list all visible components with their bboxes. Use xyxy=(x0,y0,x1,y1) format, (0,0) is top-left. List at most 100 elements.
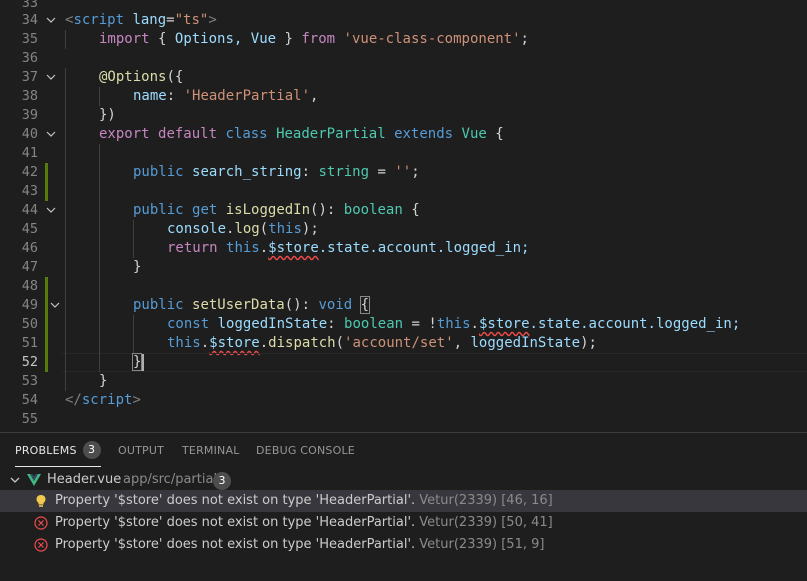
line-number: 34 xyxy=(21,12,38,28)
chevron-down-icon[interactable] xyxy=(10,477,20,484)
git-modified-indicator[interactable] xyxy=(45,353,48,372)
code-line[interactable]: 52 } xyxy=(0,353,807,372)
error-icon xyxy=(34,516,48,530)
code-line[interactable]: 43 xyxy=(0,182,807,201)
line-number: 40 xyxy=(21,126,38,142)
code-line[interactable]: 34 <script lang="ts"> xyxy=(0,11,807,30)
code-line[interactable]: 42 public search_string: string = ''; xyxy=(0,163,807,182)
git-modified-indicator[interactable] xyxy=(45,163,48,182)
code-text: this.$store.dispatch('account/set', logg… xyxy=(167,335,597,351)
code-line[interactable]: 40 export default class HeaderPartial ex… xyxy=(0,125,807,144)
code-line[interactable]: 45 console.log(this); xyxy=(0,220,807,239)
line-number: 45 xyxy=(21,221,38,237)
code-line[interactable]: 38 name: 'HeaderPartial', xyxy=(0,87,807,106)
tab-output[interactable]: OUTPUT xyxy=(118,433,164,467)
line-number: 53 xyxy=(21,373,38,389)
line-number: 52 xyxy=(21,354,38,370)
code-line[interactable]: 50 const loggedInState: boolean = !this.… xyxy=(0,315,807,334)
lightbulb-icon xyxy=(36,495,46,507)
code-text: const loggedInState: boolean = !this.$st… xyxy=(167,316,741,332)
code-line[interactable]: 55 xyxy=(0,410,807,429)
code-line[interactable]: 48 xyxy=(0,277,807,296)
fold-chevron-icon[interactable] xyxy=(44,125,58,144)
git-modified-indicator[interactable] xyxy=(45,277,48,296)
matched-bracket: { xyxy=(359,296,371,314)
tab-problems[interactable]: PROBLEMS 3 xyxy=(15,433,101,467)
code-line[interactable]: 39 }) xyxy=(0,106,807,125)
problems-count-badge: 3 xyxy=(82,441,101,459)
problem-item[interactable]: Property '$store' does not exist on type… xyxy=(0,534,807,556)
tab-debug-console[interactable]: DEBUG CONSOLE xyxy=(256,433,355,467)
fold-chevron-icon[interactable] xyxy=(48,296,62,315)
code-text: console.log(this); xyxy=(167,221,319,237)
line-number: 39 xyxy=(21,107,38,123)
problem-file-group[interactable]: Header.vue app/src/partials 3 xyxy=(0,469,807,491)
code-text: </script> xyxy=(65,392,141,408)
bottom-panel: PROBLEMS 3 OUTPUT TERMINAL DEBUG CONSOLE … xyxy=(0,432,807,581)
problem-item[interactable]: Property '$store' does not exist on type… xyxy=(0,490,807,512)
code-line[interactable]: 35 import { Options, Vue } from 'vue-cla… xyxy=(0,30,807,49)
code-text: } xyxy=(99,373,108,389)
code-text: } xyxy=(131,353,143,372)
line-number: 48 xyxy=(21,278,38,294)
problem-file-path: app/src/partials xyxy=(123,472,224,487)
code-line[interactable]: 49 public setUserData(): void { xyxy=(0,296,807,315)
line-number: 43 xyxy=(21,183,38,199)
code-editor[interactable]: 33 34 <script lang="ts"> 35 import { Opt… xyxy=(0,0,807,432)
panel-tabs: PROBLEMS 3 OUTPUT TERMINAL DEBUG CONSOLE xyxy=(0,433,807,467)
code-line[interactable]: 47 } xyxy=(0,258,807,277)
code-text: export default class HeaderPartial exten… xyxy=(99,126,504,142)
fold-chevron-icon[interactable] xyxy=(44,11,58,30)
error-squiggle: $store xyxy=(478,316,530,332)
code-text: import { Options, Vue } from 'vue-class-… xyxy=(99,31,529,47)
problem-text: Property '$store' does not exist on type… xyxy=(55,493,553,508)
git-modified-indicator[interactable] xyxy=(45,182,48,201)
matched-bracket: } xyxy=(131,353,143,371)
code-text: public search_string: string = ''; xyxy=(133,164,420,180)
line-number: 49 xyxy=(21,297,38,313)
current-line-highlight xyxy=(62,353,807,372)
problem-file-name: Header.vue xyxy=(47,472,122,487)
code-line[interactable]: 44 public get isLoggedIn(): boolean { xyxy=(0,201,807,220)
error-squiggle: $store xyxy=(268,240,319,256)
code-text: @Options({ xyxy=(99,69,184,85)
code-line[interactable]: 36 xyxy=(0,49,807,68)
code-text: <script lang="ts"> xyxy=(65,12,217,28)
problem-item[interactable]: Property '$store' does not exist on type… xyxy=(0,512,807,534)
line-number: 46 xyxy=(21,240,38,256)
line-number: 44 xyxy=(21,202,38,218)
line-number: 50 xyxy=(21,316,38,332)
code-line[interactable]: 37 @Options({ xyxy=(0,68,807,87)
file-problem-count-badge: 3 xyxy=(213,472,231,490)
error-icon xyxy=(34,538,48,552)
line-number: 38 xyxy=(21,88,38,104)
line-number: 35 xyxy=(21,31,38,47)
code-text: name: 'HeaderPartial', xyxy=(133,88,319,104)
code-line[interactable]: 53 } xyxy=(0,372,807,391)
git-modified-indicator[interactable] xyxy=(45,315,48,334)
tab-terminal[interactable]: TERMINAL xyxy=(182,433,240,467)
line-number: 55 xyxy=(21,411,38,427)
error-squiggle: $store xyxy=(209,335,260,351)
fold-chevron-icon[interactable] xyxy=(44,68,58,87)
problem-text: Property '$store' does not exist on type… xyxy=(55,537,545,552)
vue-file-icon xyxy=(27,474,41,486)
line-number: 51 xyxy=(21,335,38,351)
code-line[interactable]: 51 this.$store.dispatch('account/set', l… xyxy=(0,334,807,353)
line-number: 54 xyxy=(21,392,38,408)
code-text: public setUserData(): void { xyxy=(133,296,371,314)
line-number: 37 xyxy=(21,69,38,85)
problem-text: Property '$store' does not exist on type… xyxy=(55,515,553,530)
code-text: } xyxy=(133,259,142,275)
code-line[interactable]: 41 xyxy=(0,144,807,163)
fold-chevron-icon[interactable] xyxy=(44,201,58,220)
code-text: public get isLoggedIn(): boolean { xyxy=(133,202,420,218)
line-number: 42 xyxy=(21,164,38,180)
git-modified-indicator[interactable] xyxy=(45,334,48,353)
code-text: }) xyxy=(99,107,116,123)
line-number: 36 xyxy=(21,50,38,66)
line-number: 41 xyxy=(21,145,38,161)
code-line[interactable]: 54 </script> xyxy=(0,391,807,410)
code-line[interactable]: 46 return this.$store.state.account.logg… xyxy=(0,239,807,258)
line-number: 47 xyxy=(21,259,38,275)
